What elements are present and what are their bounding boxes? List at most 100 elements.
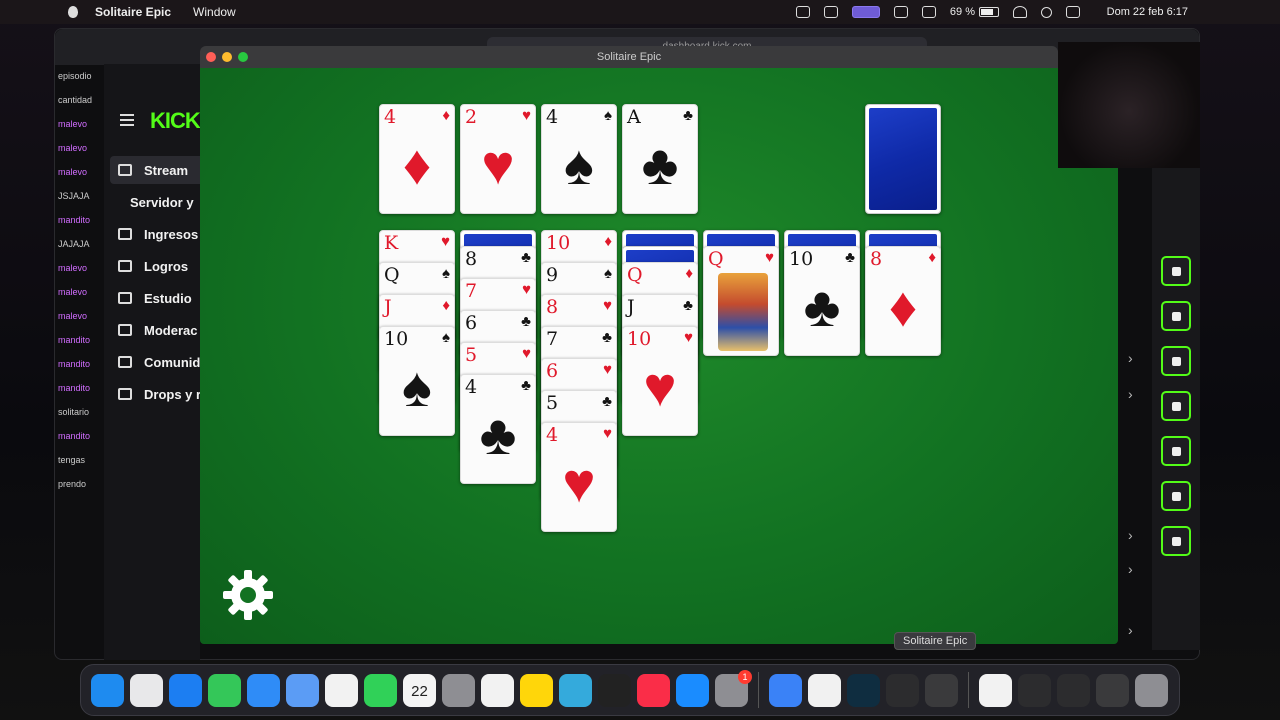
card-rank: 10 (627, 328, 652, 350)
nav-icon (118, 228, 132, 240)
system-settings-icon[interactable]: 1 (715, 669, 752, 707)
card-tableau-4-3[interactable]: 10 ♥ ♥ (622, 326, 698, 436)
sidebar-item[interactable]: Ingresos (110, 220, 200, 248)
card-tableau-2-5[interactable]: 4 ♣ ♣ (460, 374, 536, 484)
card-rank: 2 (465, 106, 478, 128)
chevron-right-icon[interactable]: › (1128, 350, 1133, 366)
close-button[interactable] (206, 52, 216, 62)
menu-app-name[interactable]: Solitaire Epic (95, 5, 171, 19)
sidebar-item[interactable]: Estudio (110, 284, 200, 312)
card-suit-icon: ♣ (521, 377, 531, 394)
sidebar-item[interactable]: Comunid (110, 348, 200, 376)
chevron-right-icon[interactable]: › (1128, 386, 1133, 402)
solitaire-epic-icon[interactable] (925, 673, 958, 707)
facetime-icon[interactable] (364, 673, 397, 707)
document-icon[interactable] (979, 673, 1012, 707)
card-center-suit-icon: ♦ (402, 133, 432, 196)
app-store-icon[interactable] (676, 673, 709, 707)
sidebar-item[interactable]: Drops y r (110, 380, 200, 408)
mail-icon[interactable] (247, 673, 280, 707)
sidebar-item-label: Logros (144, 258, 189, 274)
sidebar-item-label: Moderac (144, 322, 198, 338)
settings-gear-icon[interactable] (222, 569, 274, 621)
card-tableau-3-7[interactable]: 4 ♥ ♥ (541, 422, 617, 532)
menu-icon[interactable] (120, 114, 134, 126)
chevron-right-icon[interactable]: › (1128, 527, 1133, 543)
calendar-icon[interactable]: 22 (403, 673, 436, 707)
rail-button-6[interactable] (1161, 481, 1191, 511)
chevron-right-icon[interactable]: › (1128, 622, 1133, 638)
rail-button-1[interactable] (1161, 256, 1191, 286)
menu-clock[interactable]: Dom 22 feb 6:17 (1107, 6, 1188, 18)
sidebar-item[interactable]: Stream (110, 156, 200, 184)
rail-button-3[interactable] (1161, 346, 1191, 376)
chevron-right-icon[interactable]: › (1128, 561, 1133, 577)
freeform-icon[interactable] (559, 673, 592, 707)
card-foundation-1[interactable]: 4 ♦ ♦ (379, 104, 455, 214)
bitwarden-icon[interactable] (769, 673, 802, 707)
minimize-button[interactable] (222, 52, 232, 62)
messages-icon[interactable] (208, 673, 241, 707)
screenshot-icon[interactable] (1018, 673, 1051, 707)
sidebar-item-label: Comunid (144, 354, 200, 370)
record-status-icon[interactable] (921, 6, 936, 18)
photos-icon[interactable] (325, 673, 358, 707)
rocket-icon[interactable] (795, 6, 810, 18)
sidebar-item[interactable]: Servidor y (110, 188, 200, 216)
rail-button-5[interactable] (1161, 436, 1191, 466)
card-suit-icon: ♦ (442, 107, 450, 124)
zoom-button[interactable] (238, 52, 248, 62)
safari-icon[interactable] (169, 673, 202, 707)
card-foundation-4[interactable]: A ♣ ♣ (622, 104, 698, 214)
card-tableau-6-1[interactable]: 10 ♣ ♣ (784, 246, 860, 356)
card-tableau-7-1[interactable]: 8 ♦ ♦ (865, 246, 941, 356)
search-icon[interactable] (1041, 6, 1052, 18)
apple-icon[interactable] (68, 6, 78, 18)
sidebar-item[interactable]: Logros (110, 252, 200, 280)
sidebar-item[interactable]: Moderac (110, 316, 200, 344)
maps-icon[interactable] (286, 673, 319, 707)
window-title: Solitaire Epic (596, 51, 662, 63)
wifi-icon[interactable] (1013, 6, 1027, 18)
nav-icon (118, 260, 132, 272)
chrome-icon[interactable] (808, 673, 841, 707)
sidebar-item-label: Stream (144, 162, 189, 178)
rail-button-7[interactable] (1161, 526, 1191, 556)
notes-icon[interactable] (520, 673, 553, 707)
trash-icon[interactable] (1135, 673, 1168, 707)
card-suit-icon: ♥ (522, 107, 531, 124)
screenshot-icon[interactable] (1057, 673, 1090, 707)
music-icon[interactable] (637, 673, 670, 707)
kick-studio-icon[interactable] (847, 673, 880, 707)
reminders-icon[interactable] (481, 673, 514, 707)
launchpad-icon[interactable] (130, 673, 163, 707)
window-titlebar[interactable]: Solitaire Epic (200, 46, 1058, 68)
contacts-icon[interactable] (442, 673, 475, 707)
card-tableau-5-1[interactable]: Q ♥ (703, 246, 779, 356)
card-suit-icon: ♣ (602, 393, 612, 410)
card-rank: Q (627, 264, 643, 286)
card-suit-icon: ♣ (521, 249, 531, 266)
finder-icon[interactable] (91, 673, 124, 707)
kick-logo[interactable]: KICK (150, 108, 200, 134)
stock-pile[interactable] (865, 104, 941, 214)
control-center-icon[interactable] (1066, 6, 1080, 18)
chat-line: solitario (58, 407, 90, 417)
rail-button-4[interactable] (1161, 391, 1191, 421)
nav-icon (118, 164, 132, 176)
card-suit-icon: ♠ (442, 329, 450, 346)
obs-icon[interactable] (886, 673, 919, 707)
screen-record-icon[interactable] (851, 6, 880, 18)
card-tableau-1-4[interactable]: 10 ♠ ♠ (379, 326, 455, 436)
card-suit-icon: ♥ (522, 345, 531, 362)
shield-status-icon[interactable] (893, 6, 908, 18)
card-suit-icon: ♥ (684, 329, 693, 346)
screenshot-icon[interactable] (1096, 673, 1129, 707)
card-foundation-3[interactable]: 4 ♠ ♠ (541, 104, 617, 214)
browser-status-icon[interactable] (823, 6, 838, 18)
battery-indicator[interactable]: 69 % (950, 6, 999, 18)
rail-button-2[interactable] (1161, 301, 1191, 331)
card-foundation-2[interactable]: 2 ♥ ♥ (460, 104, 536, 214)
apple-tv-icon[interactable] (598, 673, 631, 707)
menu-window[interactable]: Window (193, 5, 236, 19)
